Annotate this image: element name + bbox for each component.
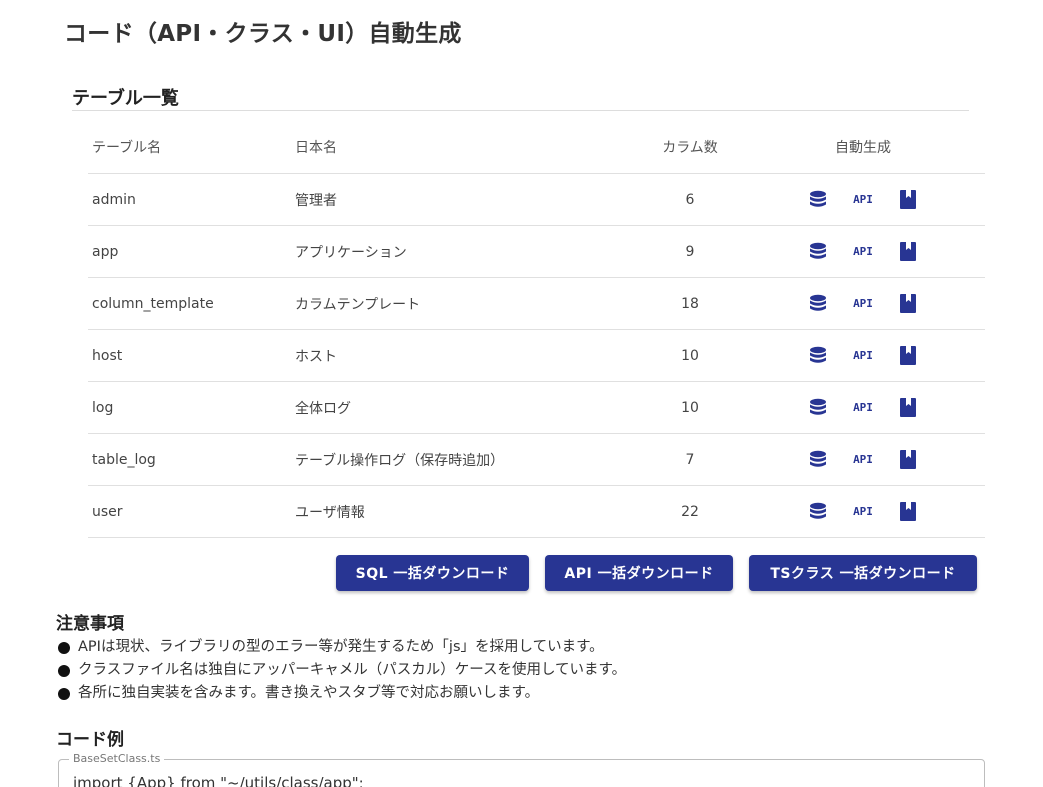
api-icon[interactable]: API [851,396,875,420]
ts-class-bulk-download-button[interactable]: TSクラス 一括ダウンロード [749,555,977,591]
note-item: 各所に独自実装を含みます。書き換えやスタブ等で対応お願いします。 [58,682,626,705]
database-icon[interactable] [806,448,830,472]
page-title: コード（API・クラス・UI）自動生成 [64,21,462,47]
header-table-name: テーブル名 [92,139,162,156]
row-table-name: table_log [92,451,156,468]
row-generate-actions: API [800,382,926,433]
table-row: user ユーザ情報 22 API [88,486,985,538]
api-icon[interactable]: API [851,240,875,264]
database-icon[interactable] [806,188,830,212]
row-table-name: column_template [92,295,214,312]
table-row: table_log テーブル操作ログ（保存時追加） 7 API [88,434,985,486]
book-icon[interactable] [896,396,920,420]
row-jp-name: ホスト [295,348,337,365]
row-jp-name: 管理者 [295,192,337,209]
book-icon[interactable] [896,344,920,368]
row-jp-name: 全体ログ [295,400,351,417]
database-icon[interactable] [806,344,830,368]
api-icon[interactable]: API [851,500,875,524]
row-column-count: 18 [681,295,699,312]
api-icon[interactable]: API [851,188,875,212]
row-column-count: 10 [681,347,699,364]
row-jp-name: アプリケーション [295,244,407,261]
row-column-count: 9 [685,243,695,260]
book-icon[interactable] [896,500,920,524]
section-divider [72,110,969,111]
row-generate-actions: API [800,278,926,329]
header-auto-generate: 自動生成 [835,139,891,156]
api-bulk-download-button[interactable]: API 一括ダウンロード [545,555,733,591]
code-line: import {App} from "~/utils/class/app"; [73,774,364,787]
database-icon[interactable] [806,292,830,316]
row-jp-name: ユーザ情報 [295,504,365,521]
notes-title: 注意事項 [56,614,124,634]
table-row: admin 管理者 6 API [88,174,985,226]
book-icon[interactable] [896,188,920,212]
row-generate-actions: API [800,434,926,485]
book-icon[interactable] [896,240,920,264]
table-row: app アプリケーション 9 API [88,226,985,278]
database-icon[interactable] [806,500,830,524]
row-column-count: 7 [685,451,695,468]
api-icon[interactable]: API [851,292,875,316]
database-icon[interactable] [806,240,830,264]
table-section-title: テーブル一覧 [72,88,179,109]
bullet-icon [58,687,70,700]
bullet-icon [58,641,70,654]
book-icon[interactable] [896,292,920,316]
header-column-count: カラム数 [662,139,718,156]
row-column-count: 10 [681,399,699,416]
row-column-count: 22 [681,503,699,520]
book-icon[interactable] [896,448,920,472]
api-icon[interactable]: API [851,344,875,368]
table-row: host ホスト 10 API [88,330,985,382]
bullet-icon [58,664,70,677]
table-row: column_template カラムテンプレート 18 API [88,278,985,330]
code-example-title: コード例 [56,730,124,750]
api-icon[interactable]: API [851,448,875,472]
code-example-box[interactable]: BaseSetClass.ts import {App} from "~/uti… [58,752,985,787]
row-table-name: host [92,347,123,364]
row-generate-actions: API [800,226,926,277]
row-table-name: log [92,399,114,416]
row-generate-actions: API [800,174,926,225]
table-list: テーブル名 日本名 カラム数 自動生成 admin 管理者 6 API app アプリケー… [88,120,985,538]
row-table-name: app [92,243,119,260]
notes-list: APIは現状、ライブラリの型のエラー等が発生するため「js」を採用しています。 … [58,636,626,705]
sql-bulk-download-button[interactable]: SQL 一括ダウンロード [336,555,529,591]
row-generate-actions: API [800,486,926,537]
row-column-count: 6 [685,191,695,208]
row-table-name: user [92,503,123,520]
row-jp-name: テーブル操作ログ（保存時追加） [295,452,505,469]
row-generate-actions: API [800,330,926,381]
row-table-name: admin [92,191,136,208]
note-item: APIは現状、ライブラリの型のエラー等が発生するため「js」を採用しています。 [58,636,626,659]
row-jp-name: カラムテンプレート [295,296,421,313]
table-header-row: テーブル名 日本名 カラム数 自動生成 [88,120,985,174]
table-row: log 全体ログ 10 API [88,382,985,434]
header-jp-name: 日本名 [295,139,337,156]
note-item: クラスファイル名は独自にアッパーキャメル（パスカル）ケースを使用しています。 [58,659,626,682]
database-icon[interactable] [806,396,830,420]
download-actions: SQL 一括ダウンロード API 一括ダウンロード TSクラス 一括ダウンロード [0,555,1043,591]
code-file-label: BaseSetClass.ts [69,752,165,765]
